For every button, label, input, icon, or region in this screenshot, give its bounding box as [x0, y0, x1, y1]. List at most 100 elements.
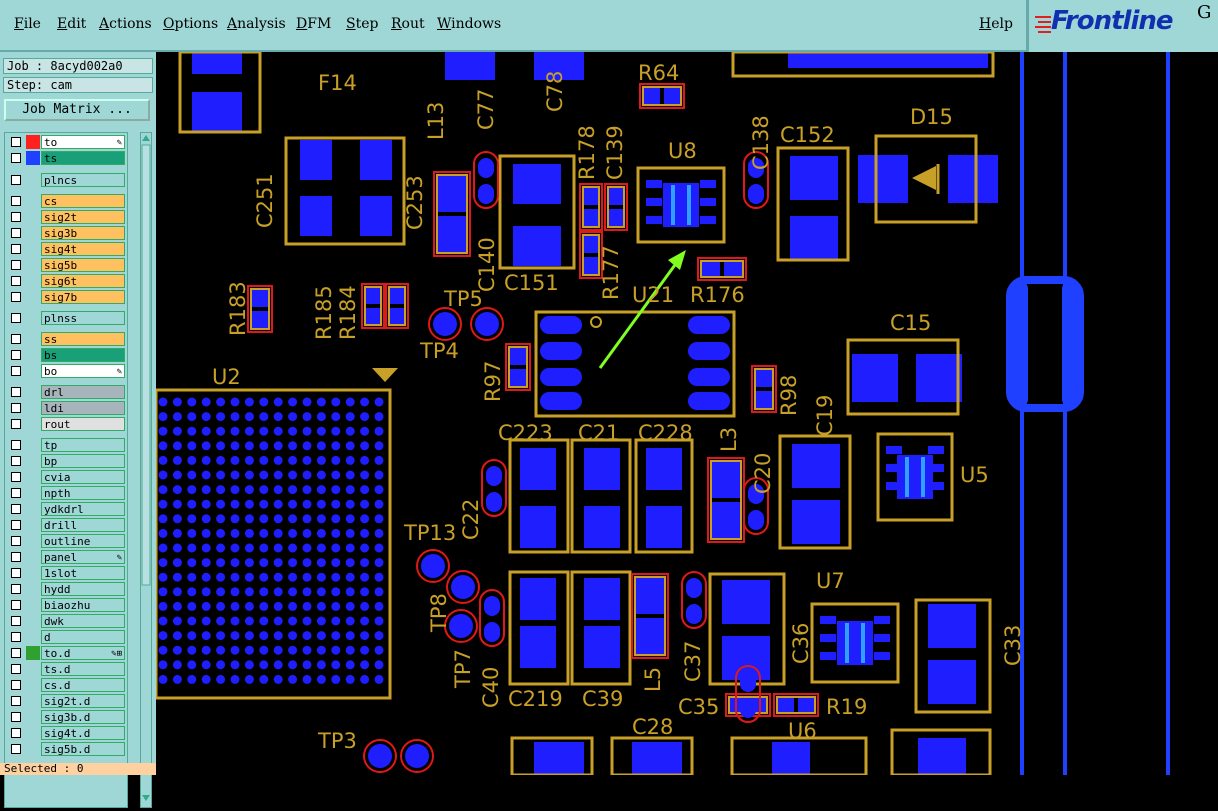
layer-checkbox[interactable] [11, 456, 21, 466]
layer-row-ydkdrl[interactable]: ydkdrl [7, 502, 127, 516]
menu-rout[interactable]: Rout [391, 16, 425, 32]
layer-row-ldi[interactable]: ldi [7, 401, 127, 415]
layer-checkbox[interactable] [11, 712, 21, 722]
layer-checkbox[interactable] [11, 244, 21, 254]
layer-checkbox[interactable] [11, 212, 21, 222]
layer-color-swatch[interactable] [26, 401, 40, 415]
layer-color-swatch[interactable] [26, 486, 40, 500]
layer-color-swatch[interactable] [26, 550, 40, 564]
layer-row-ts.d[interactable]: ts.d [7, 662, 127, 676]
layer-color-swatch[interactable] [26, 694, 40, 708]
layer-checkbox[interactable] [11, 440, 21, 450]
layer-checkbox[interactable] [11, 600, 21, 610]
layer-row-sig6t[interactable]: sig6t [7, 274, 127, 288]
layer-checkbox[interactable] [11, 366, 21, 376]
menu-step[interactable]: Step [346, 16, 378, 32]
layer-row-sig4t[interactable]: sig4t [7, 242, 127, 256]
layer-checkbox[interactable] [11, 419, 21, 429]
layer-color-swatch[interactable] [26, 470, 40, 484]
layer-row-sig7b[interactable]: sig7b [7, 290, 127, 304]
layer-row-sig3b.d[interactable]: sig3b.d [7, 710, 127, 724]
layer-checkbox[interactable] [11, 196, 21, 206]
layer-row-dwk[interactable]: dwk [7, 614, 127, 628]
layer-row-rout[interactable]: rout [7, 417, 127, 431]
layer-row-cvia[interactable]: cvia [7, 470, 127, 484]
layer-checkbox[interactable] [11, 520, 21, 530]
layer-checkbox[interactable] [11, 137, 21, 147]
layer-row-to.d[interactable]: to.d ✎⊞ [7, 646, 127, 660]
layer-checkbox[interactable] [11, 387, 21, 397]
job-matrix-button[interactable]: Job Matrix ... [4, 99, 150, 121]
layer-color-swatch[interactable] [26, 582, 40, 596]
layer-checkbox[interactable] [11, 334, 21, 344]
layer-checkbox[interactable] [11, 552, 21, 562]
layer-checkbox[interactable] [11, 292, 21, 302]
menu-help[interactable]: Help [979, 16, 1013, 32]
pcb-board-view[interactable]: F14 L13 C77 C78 R64 U8 C138 C152 D15 C251 C253 C140… [156, 52, 1218, 775]
menu-options[interactable]: Options [163, 16, 218, 32]
layer-row-drill[interactable]: drill [7, 518, 127, 532]
layer-color-swatch[interactable] [26, 385, 40, 399]
layer-row-biaozhu[interactable]: biaozhu [7, 598, 127, 612]
layer-row-panel[interactable]: panel ✎ [7, 550, 127, 564]
layer-color-swatch[interactable] [26, 135, 40, 149]
layer-list-scrollbar[interactable] [140, 132, 152, 808]
layer-checkbox[interactable] [11, 616, 21, 626]
layer-color-swatch[interactable] [26, 332, 40, 346]
layer-row-ts[interactable]: ts [7, 151, 127, 165]
layer-checkbox[interactable] [11, 472, 21, 482]
layer-row-cs.d[interactable]: cs.d [7, 678, 127, 692]
layer-color-swatch[interactable] [26, 502, 40, 516]
layer-checkbox[interactable] [11, 228, 21, 238]
layer-color-swatch[interactable] [26, 364, 40, 378]
layer-row-bp[interactable]: bp [7, 454, 127, 468]
layer-checkbox[interactable] [11, 696, 21, 706]
layer-row-cs[interactable]: cs [7, 194, 127, 208]
menu-windows[interactable]: Windows [437, 16, 501, 32]
menu-dfm[interactable]: DFM [296, 16, 331, 32]
layer-row-npth[interactable]: npth [7, 486, 127, 500]
layer-color-swatch[interactable] [26, 348, 40, 362]
layer-checkbox[interactable] [11, 744, 21, 754]
layer-checkbox[interactable] [11, 175, 21, 185]
layer-color-swatch[interactable] [26, 226, 40, 240]
layer-color-swatch[interactable] [26, 614, 40, 628]
layer-checkbox[interactable] [11, 584, 21, 594]
layer-color-swatch[interactable] [26, 710, 40, 724]
layer-row-sig5b[interactable]: sig5b [7, 258, 127, 272]
layer-checkbox[interactable] [11, 403, 21, 413]
layer-color-swatch[interactable] [26, 417, 40, 431]
layer-checkbox[interactable] [11, 728, 21, 738]
layer-checkbox[interactable] [11, 313, 21, 323]
layer-row-plncs[interactable]: plncs [7, 173, 127, 187]
layer-color-swatch[interactable] [26, 454, 40, 468]
layer-row-drl[interactable]: drl [7, 385, 127, 399]
layer-row-sig5b.d[interactable]: sig5b.d [7, 742, 127, 756]
layer-checkbox[interactable] [11, 568, 21, 578]
layer-color-swatch[interactable] [26, 258, 40, 272]
layer-row-to[interactable]: to ✎ [7, 135, 127, 149]
menu-analysis[interactable]: Analysis [227, 16, 286, 32]
layer-color-swatch[interactable] [26, 242, 40, 256]
menu-file[interactable]: File [14, 16, 41, 32]
layer-color-swatch[interactable] [26, 678, 40, 692]
layer-checkbox[interactable] [11, 260, 21, 270]
layer-row-sig2t[interactable]: sig2t [7, 210, 127, 224]
layer-color-swatch[interactable] [26, 726, 40, 740]
layer-checkbox[interactable] [11, 632, 21, 642]
layer-color-swatch[interactable] [26, 438, 40, 452]
layer-row-plnss[interactable]: plnss [7, 311, 127, 325]
layer-row-sig3b[interactable]: sig3b [7, 226, 127, 240]
layer-row-hydd[interactable]: hydd [7, 582, 127, 596]
layer-checkbox[interactable] [11, 536, 21, 546]
layer-row-sig4t.d[interactable]: sig4t.d [7, 726, 127, 740]
layer-row-ss[interactable]: ss [7, 332, 127, 346]
layer-row-d[interactable]: d [7, 630, 127, 644]
layer-checkbox[interactable] [11, 350, 21, 360]
layer-checkbox[interactable] [11, 504, 21, 514]
menu-edit[interactable]: Edit [57, 16, 86, 32]
layer-row-bo[interactable]: bo ✎ [7, 364, 127, 378]
layer-color-swatch[interactable] [26, 311, 40, 325]
layer-color-swatch[interactable] [26, 274, 40, 288]
layer-color-swatch[interactable] [26, 566, 40, 580]
